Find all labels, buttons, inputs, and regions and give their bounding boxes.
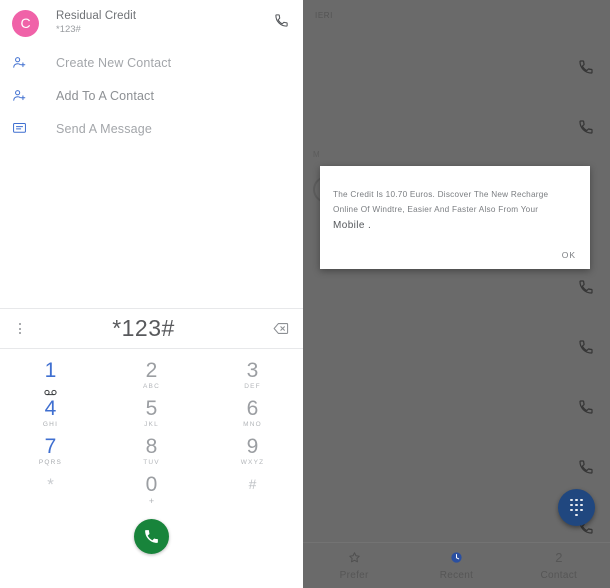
call-log-scrim: IERI M Prefer Recent 2 Contact The Credi… xyxy=(303,0,610,588)
message-icon xyxy=(12,121,34,136)
key-digit: # xyxy=(248,476,257,492)
phone-icon[interactable] xyxy=(578,119,594,140)
dialpad-icon xyxy=(570,498,583,517)
menu-item-add-to-a-contact[interactable]: Add To A Contact xyxy=(0,79,303,112)
menu-item-send-a-message[interactable]: Send A Message xyxy=(0,112,303,145)
right-panel-call-log: IERI M Prefer Recent 2 Contact The Credi… xyxy=(303,0,610,588)
key-digit: 0 xyxy=(145,473,158,496)
key-5[interactable]: 5 JKL xyxy=(101,394,202,432)
status-badge: 2 xyxy=(555,550,563,565)
phone-icon[interactable] xyxy=(274,13,289,33)
key-star[interactable]: * xyxy=(0,470,101,508)
section-label-ieri: IERI xyxy=(315,11,333,20)
key-letters: DEF xyxy=(244,382,261,390)
contact-title: Residual Credit xyxy=(56,9,137,22)
key-3[interactable]: 3 DEF xyxy=(202,356,303,394)
contact-text: Residual Credit *123# xyxy=(56,10,274,36)
tab-label: Prefer xyxy=(339,569,369,581)
key-digit: 2 xyxy=(145,358,158,382)
key-6[interactable]: 6 MNO xyxy=(202,394,303,432)
menu-item-label: Send A Message xyxy=(56,121,152,136)
key-letters: + xyxy=(148,496,155,506)
voicemail-icon xyxy=(44,384,57,395)
call-button[interactable] xyxy=(134,518,169,554)
menu-item-create-new-contact[interactable]: Create New Contact xyxy=(0,46,303,79)
tab-label: Recent xyxy=(439,569,474,581)
contact-subtitle: *123# xyxy=(56,24,81,36)
tab-label: Contact xyxy=(540,570,578,581)
phone-icon[interactable] xyxy=(578,459,594,480)
dialog-message-tail: Mobile . xyxy=(333,220,372,232)
keypad: 1 2 ABC 3 DEF 4 GHI 5 JKL 6 MNO 7 PQRS 8… xyxy=(0,349,303,508)
menu-item-label: Add To A Contact xyxy=(56,88,155,103)
menu-item-label: Create New Contact xyxy=(56,55,172,70)
key-digit: 8 xyxy=(145,434,158,458)
kebab-menu-icon[interactable] xyxy=(0,308,40,349)
star-outline-icon xyxy=(348,551,361,565)
dialpad-fab-button[interactable] xyxy=(558,489,595,526)
key-4[interactable]: 4 GHI xyxy=(0,394,101,432)
phone-icon[interactable] xyxy=(578,59,594,80)
person-add-icon xyxy=(12,88,34,103)
phone-icon[interactable] xyxy=(578,339,594,360)
key-digit: 6 xyxy=(246,396,259,420)
key-letters: GHI xyxy=(42,420,59,428)
bottom-navigation: Prefer Recent 2 Contact xyxy=(303,542,610,588)
dialog-ok-button[interactable]: OK xyxy=(562,250,576,260)
key-digit: 9 xyxy=(246,434,259,458)
call-button-area xyxy=(0,508,303,564)
key-2[interactable]: 2 ABC xyxy=(101,356,202,394)
key-letters: MNO xyxy=(243,420,262,428)
tab-recent[interactable]: Recent xyxy=(405,551,507,581)
clock-icon xyxy=(450,551,463,565)
backspace-icon[interactable] xyxy=(257,308,303,349)
left-panel-dialer: C Residual Credit *123# Create New Conta… xyxy=(0,0,303,588)
call-log-entry-letter: M xyxy=(313,150,321,159)
key-letters: JKL xyxy=(144,420,159,428)
key-digit: * xyxy=(47,474,54,494)
key-digit: 5 xyxy=(145,396,158,420)
key-letters: WXYZ xyxy=(240,458,265,466)
avatar: C xyxy=(12,9,39,37)
dial-input-value[interactable]: *123# xyxy=(40,315,257,342)
panel-blank-area xyxy=(0,145,303,308)
phone-icon[interactable] xyxy=(578,279,594,300)
key-letters: ABC xyxy=(143,382,160,390)
dialog-message: The Credit Is 10.70 Euros. Discover The … xyxy=(320,166,590,236)
key-digit: 1 xyxy=(44,358,57,382)
dialog-message-text: The Credit Is 10.70 Euros. Discover The … xyxy=(333,190,549,215)
key-letters: TUV xyxy=(143,458,160,466)
key-digit: 7 xyxy=(44,434,57,458)
key-1[interactable]: 1 xyxy=(0,356,101,395)
tab-contact[interactable]: 2 Contact xyxy=(508,550,610,581)
dial-input-bar: *123# xyxy=(0,308,303,349)
phone-icon[interactable] xyxy=(578,399,594,420)
person-add-icon xyxy=(12,55,34,70)
key-digit: 3 xyxy=(246,358,259,382)
key-hash[interactable]: # xyxy=(202,470,303,508)
tab-prefer[interactable]: Prefer xyxy=(303,551,405,581)
residual-credit-row[interactable]: C Residual Credit *123# xyxy=(0,0,303,46)
phone-dialer-screen: C Residual Credit *123# Create New Conta… xyxy=(0,0,610,588)
key-digit: 4 xyxy=(44,396,57,420)
key-9[interactable]: 9 WXYZ xyxy=(202,432,303,470)
key-7[interactable]: 7 PQRS xyxy=(0,432,101,470)
key-0[interactable]: 0 + xyxy=(101,470,202,508)
key-letters: PQRS xyxy=(38,458,63,466)
key-8[interactable]: 8 TUV xyxy=(101,432,202,470)
ussd-response-dialog: The Credit Is 10.70 Euros. Discover The … xyxy=(320,166,590,269)
